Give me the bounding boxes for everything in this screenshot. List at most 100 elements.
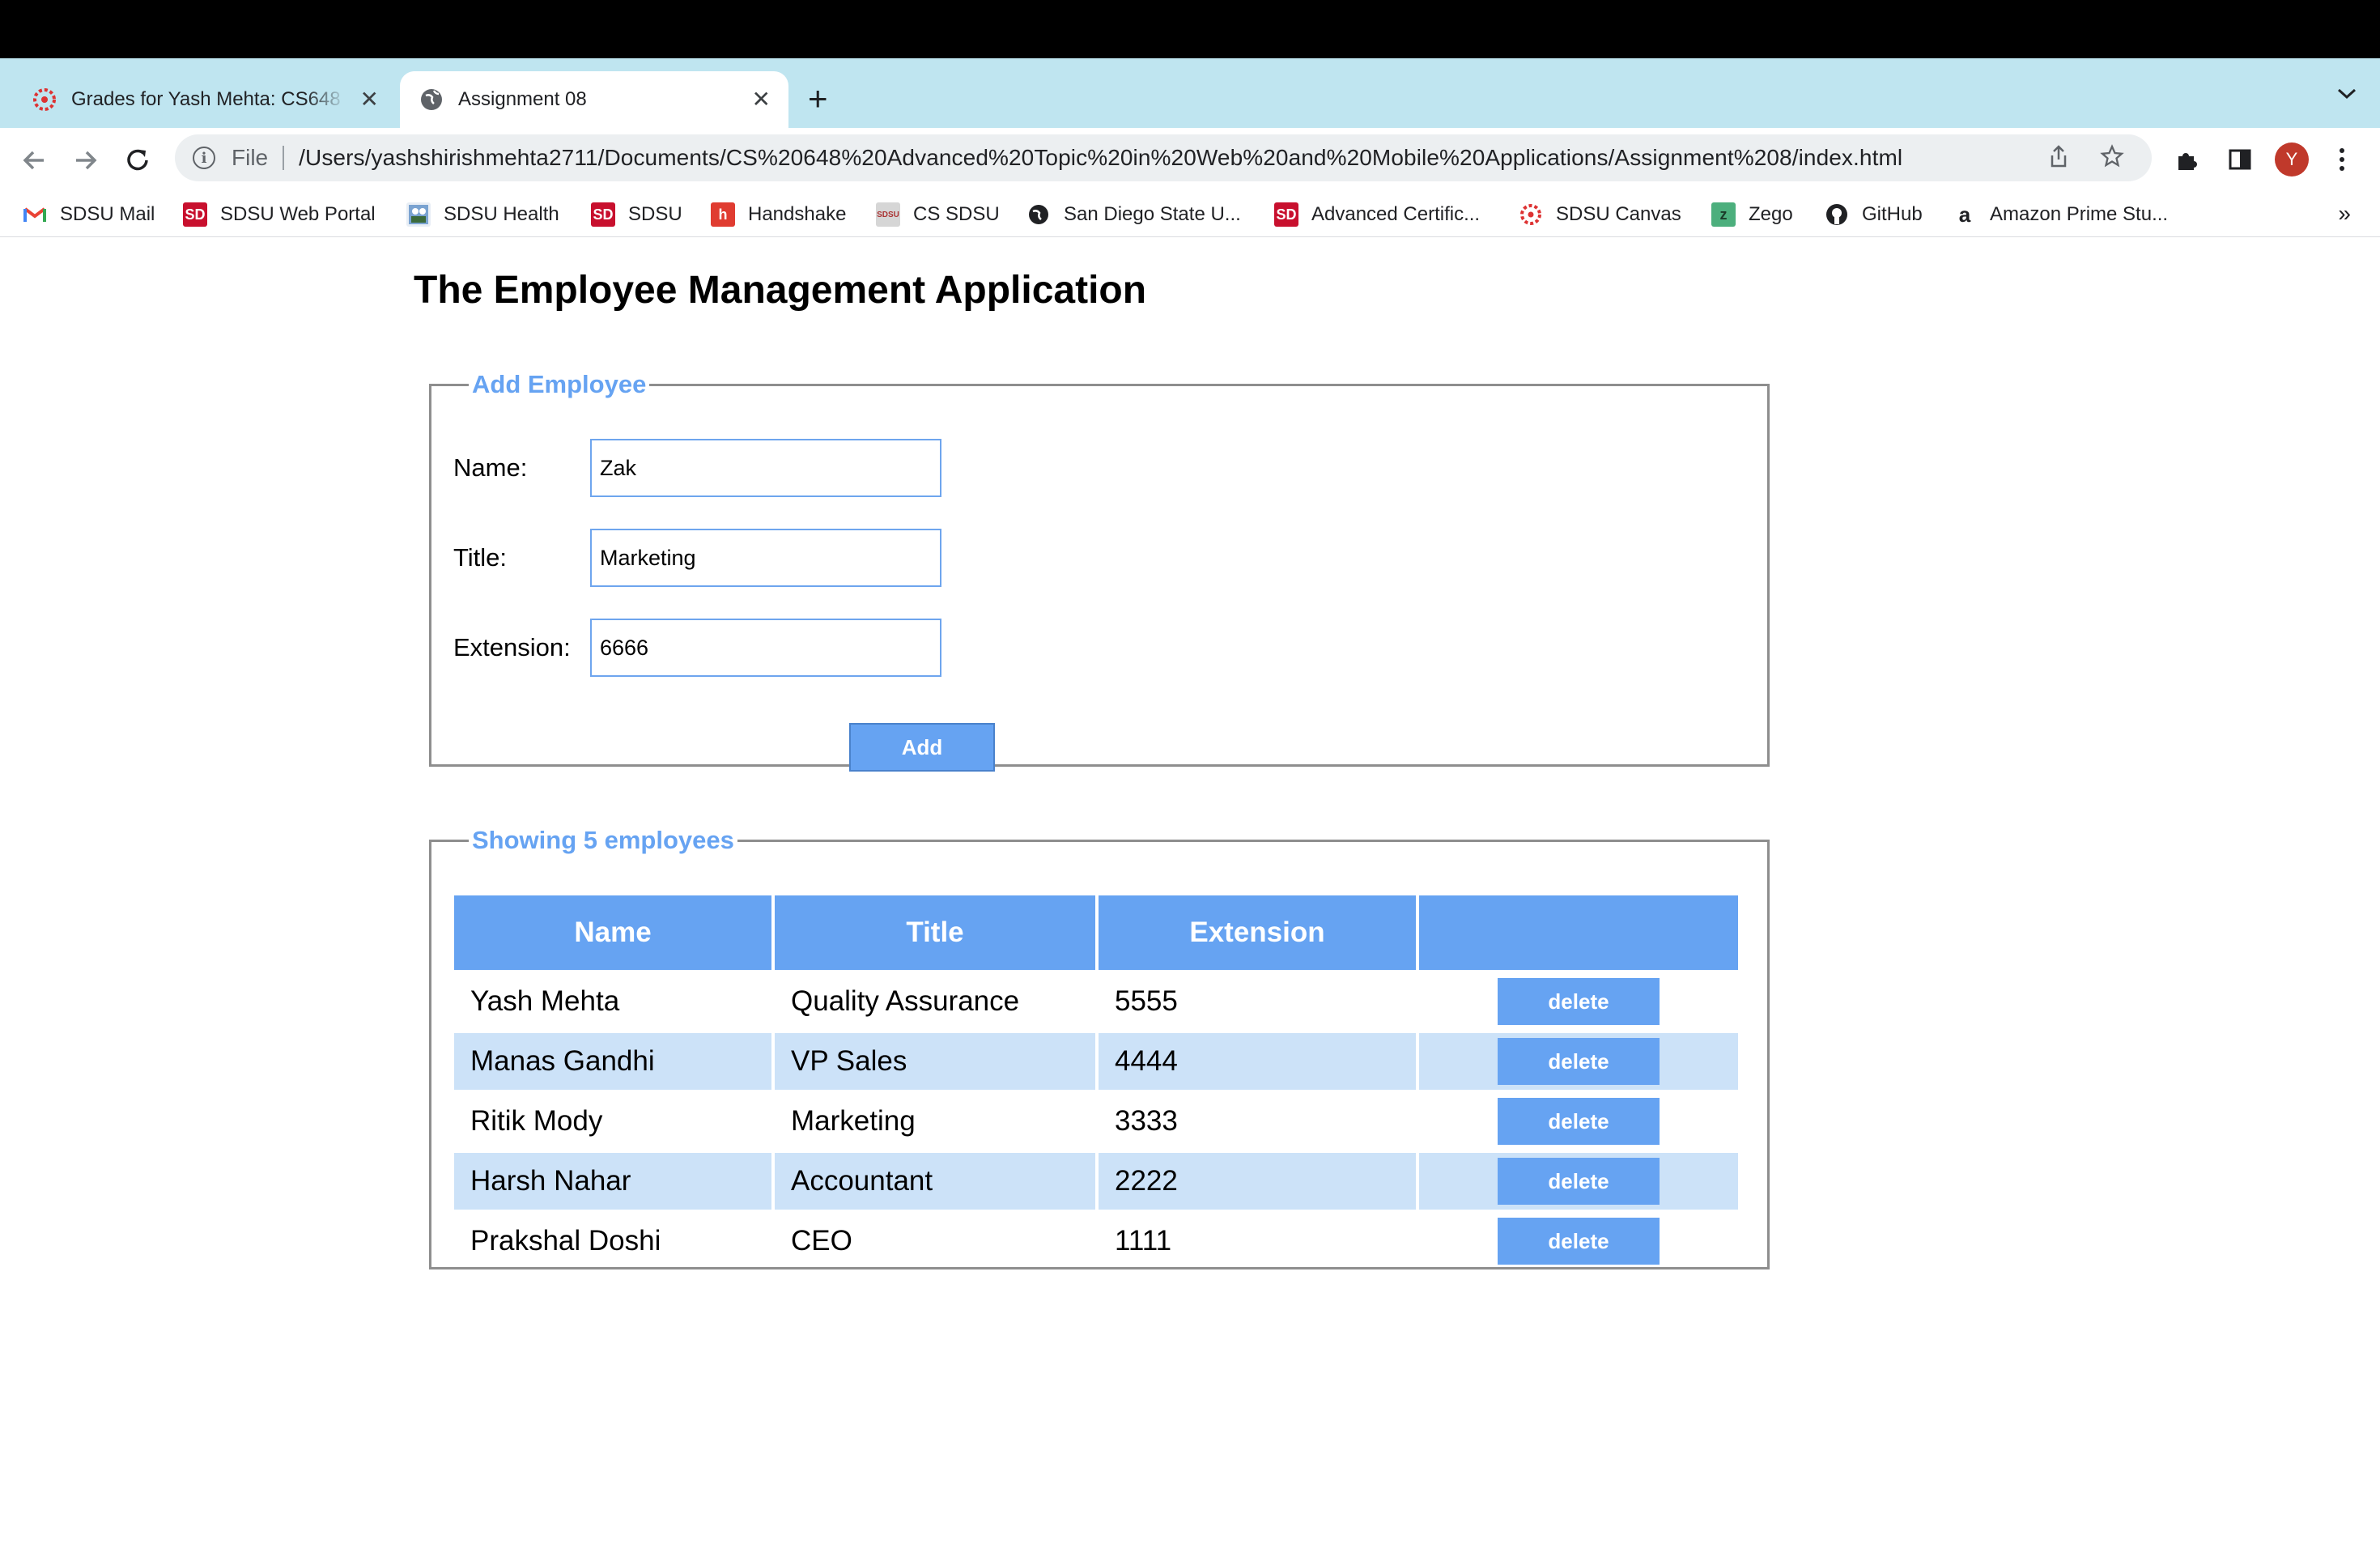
back-icon[interactable] bbox=[19, 139, 49, 186]
profile-avatar[interactable]: Y bbox=[2275, 142, 2309, 176]
sdsu-logo-icon: SD bbox=[591, 202, 615, 227]
extension-input[interactable] bbox=[590, 619, 941, 677]
delete-button[interactable]: delete bbox=[1498, 978, 1660, 1025]
forward-icon[interactable] bbox=[71, 139, 100, 186]
table-row: Yash Mehta Quality Assurance 5555 delete bbox=[454, 973, 1738, 1030]
bookmark-sdsu-health[interactable]: SDSU Health bbox=[406, 201, 559, 228]
table-header-row: Name Title Extension bbox=[454, 895, 1738, 970]
cell-title: Accountant bbox=[775, 1153, 1095, 1210]
cell-name: Prakshal Doshi bbox=[470, 1225, 661, 1257]
star-icon[interactable] bbox=[2100, 144, 2124, 175]
tab-assignment[interactable]: Assignment 08 ✕ bbox=[400, 71, 788, 128]
globe-icon bbox=[418, 86, 445, 113]
info-icon[interactable]: i bbox=[193, 147, 215, 169]
canvas-icon bbox=[1519, 202, 1543, 227]
bookmark-san-diego-state[interactable]: San Diego State U... bbox=[1026, 201, 1241, 228]
bookmark-label: Zego bbox=[1749, 203, 1793, 225]
tab-strip: Grades for Yash Mehta: CS648 ✕ Assignmen… bbox=[0, 58, 2380, 128]
bookmark-zego[interactable]: z Zego bbox=[1711, 201, 1793, 228]
delete-button[interactable]: delete bbox=[1498, 1218, 1660, 1265]
cell-extension: 2222 bbox=[1099, 1153, 1416, 1210]
bookmark-label: Handshake bbox=[748, 203, 847, 225]
bookmark-github[interactable]: GitHub bbox=[1825, 201, 1923, 228]
header-extension: Extension bbox=[1099, 895, 1416, 970]
cell-action: delete bbox=[1419, 973, 1738, 1030]
menu-dots-icon[interactable] bbox=[2338, 128, 2346, 191]
bookmark-label: GitHub bbox=[1862, 203, 1923, 225]
extension-label: Extension: bbox=[453, 633, 571, 661]
extensions-icon[interactable] bbox=[2174, 128, 2200, 191]
cell-title: Quality Assurance bbox=[791, 985, 1020, 1017]
cell-action: delete bbox=[1419, 1033, 1738, 1090]
reload-icon[interactable] bbox=[123, 139, 152, 186]
title-row: Title: bbox=[453, 529, 941, 587]
cell-name: Ritik Mody bbox=[470, 1105, 603, 1137]
table-row: Prakshal Doshi CEO 1111 delete bbox=[454, 1213, 1738, 1269]
cell-title: CEO bbox=[791, 1225, 852, 1257]
url-scheme: File bbox=[232, 145, 269, 170]
health-icon bbox=[406, 202, 431, 227]
zego-icon: z bbox=[1711, 202, 1736, 227]
cell-title: VP Sales bbox=[775, 1033, 1095, 1090]
bookmark-label: SDSU Canvas bbox=[1556, 203, 1681, 225]
cell-name: Yash Mehta bbox=[470, 985, 620, 1017]
table-row: Ritik Mody Marketing 3333 delete bbox=[454, 1093, 1738, 1150]
name-label: Name: bbox=[453, 453, 528, 482]
bookmark-label: San Diego State U... bbox=[1064, 203, 1241, 225]
canvas-favicon-icon bbox=[31, 86, 58, 113]
share-icon[interactable] bbox=[2048, 144, 2069, 175]
delete-button[interactable]: delete bbox=[1498, 1098, 1660, 1145]
new-tab-button[interactable]: + bbox=[808, 78, 828, 120]
bookmark-label: SDSU bbox=[628, 203, 682, 225]
header-name: Name bbox=[454, 895, 771, 970]
bookmark-sdsu-web-portal[interactable]: SD SDSU Web Portal bbox=[183, 201, 376, 228]
url-text[interactable]: /Users/yashshirishmehta2711/Documents/CS… bbox=[299, 145, 1902, 171]
globe-icon bbox=[1026, 202, 1051, 227]
header-actions bbox=[1419, 895, 1738, 970]
employee-count-legend: Showing 5 employees bbox=[472, 826, 734, 854]
tab-close-icon[interactable]: ✕ bbox=[752, 86, 771, 113]
tab-search-chevron-icon[interactable] bbox=[2336, 81, 2357, 106]
table-row: Harsh Nahar Accountant 2222 delete bbox=[454, 1153, 1738, 1210]
bookmarks-bar: SDSU Mail SD SDSU Web Portal SDSU Health… bbox=[0, 191, 2380, 237]
name-input[interactable] bbox=[590, 439, 941, 497]
github-icon bbox=[1825, 202, 1849, 227]
bookmark-sdsu-mail[interactable]: SDSU Mail bbox=[23, 201, 155, 228]
toolbar: i File /Users/yashshirishmehta2711/Docum… bbox=[0, 128, 2380, 191]
cell-title: Marketing bbox=[791, 1105, 916, 1137]
cell-action: delete bbox=[1419, 1213, 1738, 1269]
bookmark-label: SDSU Health bbox=[444, 203, 559, 225]
cell-extension: 4444 bbox=[1099, 1033, 1416, 1090]
header-title: Title bbox=[775, 895, 1095, 970]
table-row: Manas Gandhi VP Sales 4444 delete bbox=[454, 1033, 1738, 1090]
tab-title: Assignment 08 bbox=[458, 88, 587, 110]
side-panel-icon[interactable] bbox=[2228, 128, 2252, 191]
bookmark-amazon-prime[interactable]: a Amazon Prime Stu... bbox=[1953, 201, 2168, 228]
bookmark-cs-sdsu[interactable]: SDSU CS SDSU bbox=[876, 201, 1000, 228]
tab-grades[interactable]: Grades for Yash Mehta: CS648 ✕ bbox=[16, 71, 397, 128]
bookmark-advanced-certificate[interactable]: SD Advanced Certific... bbox=[1274, 201, 1480, 228]
tab-close-icon[interactable]: ✕ bbox=[360, 86, 379, 113]
gmail-icon bbox=[23, 202, 47, 227]
divider bbox=[283, 146, 285, 170]
cell-extension: 5555 bbox=[1115, 985, 1178, 1017]
address-bar[interactable]: i File /Users/yashshirishmehta2711/Docum… bbox=[175, 134, 2152, 181]
bookmark-label: Advanced Certific... bbox=[1311, 203, 1481, 225]
cell-extension: 1111 bbox=[1115, 1225, 1172, 1257]
add-button[interactable]: Add bbox=[849, 723, 995, 772]
add-employee-form: Add Employee Name: Title: Extension: Add bbox=[429, 370, 1770, 772]
delete-button[interactable]: delete bbox=[1498, 1038, 1660, 1085]
bookmark-sdsu[interactable]: SD SDSU bbox=[591, 201, 682, 228]
bookmark-handshake[interactable]: h Handshake bbox=[711, 201, 846, 228]
cell-name: Manas Gandhi bbox=[454, 1033, 771, 1090]
bookmark-sdsu-canvas[interactable]: SDSU Canvas bbox=[1519, 201, 1681, 228]
amazon-icon: a bbox=[1958, 202, 1971, 227]
delete-button[interactable]: delete bbox=[1498, 1158, 1660, 1205]
name-row: Name: bbox=[453, 439, 941, 497]
bookmark-label: Amazon Prime Stu... bbox=[1990, 203, 2169, 225]
title-label: Title: bbox=[453, 543, 508, 572]
cell-action: delete bbox=[1419, 1093, 1738, 1150]
bookmarks-overflow-button[interactable]: » bbox=[2338, 201, 2351, 227]
title-input[interactable] bbox=[590, 529, 941, 587]
browser-window: Grades for Yash Mehta: CS648 ✕ Assignmen… bbox=[0, 58, 2380, 1548]
